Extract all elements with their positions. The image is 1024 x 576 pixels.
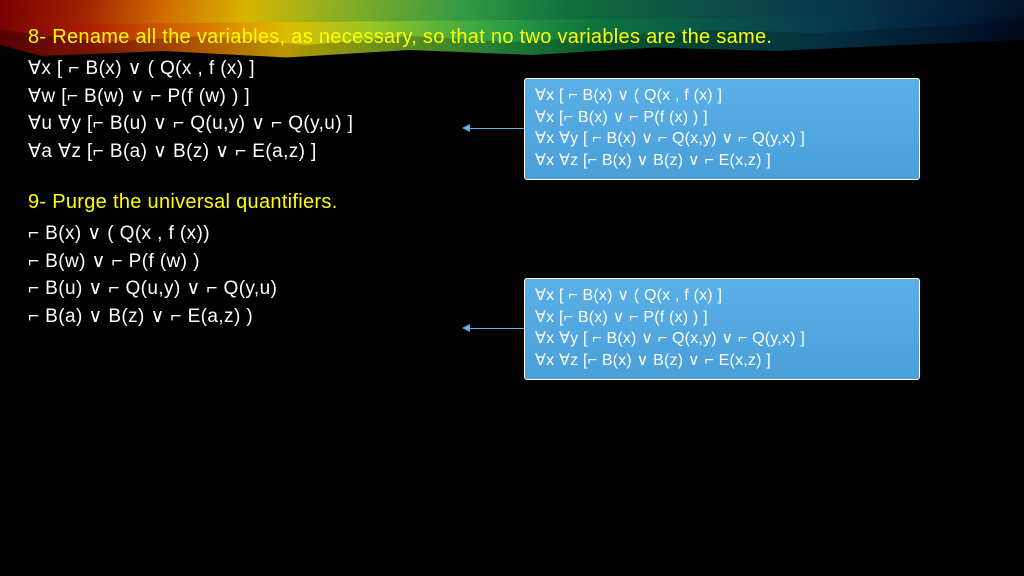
callout-line: ∀x [ ⌐ B(x) ∨ ( Q(x , f (x) ] [535,285,909,307]
section9-heading: 9- Purge the universal quantifiers. [28,191,998,214]
callout-line: ∀x ∀y [ ⌐ B(x) ∨ ⌐ Q(x,y) ∨ ⌐ Q(y,x) ] [535,128,909,150]
callout-line: ∀x ∀z [⌐ B(x) ∨ B(z) ∨ ⌐ E(x,z) ] [535,350,909,372]
callout-line: ∀x [ ⌐ B(x) ∨ ( Q(x , f (x) ] [535,85,909,107]
section9-line: ⌐ B(w) ∨ ⌐ P(f (w) ) [28,248,998,276]
callout-box-top: ∀x [ ⌐ B(x) ∨ ( Q(x , f (x) ] ∀x [⌐ B(x)… [524,78,920,180]
callout-line: ∀x ∀z [⌐ B(x) ∨ B(z) ∨ ⌐ E(x,z) ] [535,150,909,172]
callout-box-bottom: ∀x [ ⌐ B(x) ∨ ( Q(x , f (x) ] ∀x [⌐ B(x)… [524,278,920,380]
callout-line: ∀x [⌐ B(x) ∨ ⌐ P(f (x) ) ] [535,307,909,329]
callout-line: ∀x ∀y [ ⌐ B(x) ∨ ⌐ Q(x,y) ∨ ⌐ Q(y,x) ] [535,328,909,350]
section9-line: ⌐ B(x) ∨ ( Q(x , f (x)) [28,220,998,248]
arrow-icon [466,128,524,129]
arrow-icon [466,328,524,329]
callout-line: ∀x [⌐ B(x) ∨ ⌐ P(f (x) ) ] [535,107,909,129]
section8-heading: 8- Rename all the variables, as necessar… [28,26,998,49]
